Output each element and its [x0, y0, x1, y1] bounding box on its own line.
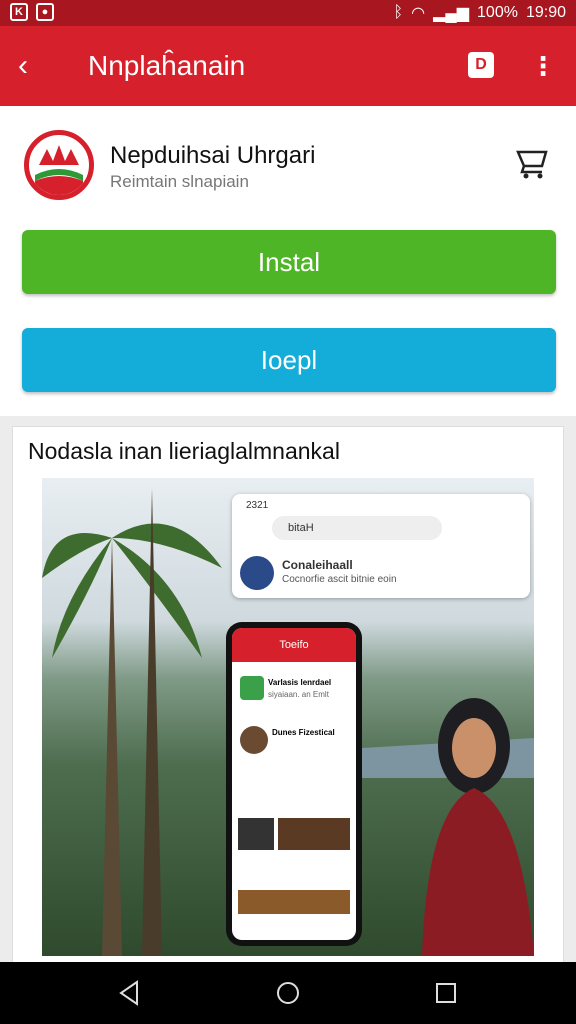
app-name: Nepduihsai Uhrgari: [110, 142, 316, 169]
mini-time: 2321: [246, 500, 269, 511]
phone-thumb: [238, 818, 274, 850]
wifi-icon: ◠: [411, 5, 426, 22]
system-nav-bar: [0, 962, 576, 1024]
phone-title: Toeifo: [232, 628, 356, 662]
battery-text: 100%: [477, 4, 518, 21]
mini-profile-name: Conaleihaall: [282, 558, 353, 572]
mini-avatar: [240, 556, 274, 590]
settings-notification-icon: ●: [36, 3, 54, 21]
phone-thumb: [278, 818, 350, 850]
notification-icon: K: [10, 3, 28, 21]
more-vert-icon[interactable]: ⋮: [530, 48, 556, 84]
install-button[interactable]: Instal: [22, 230, 556, 294]
open-button[interactable]: Ioepl: [22, 328, 556, 392]
mini-app-preview: 2321 bitaH Conaleihaall Cocnorfie ascit …: [232, 494, 530, 598]
phone-post-title: Varlasis lenrdael: [268, 678, 332, 687]
bluetooth-icon: ᛒ: [393, 4, 404, 21]
app-bar-title: Nnplaĥanain: [88, 50, 246, 81]
nav-back-icon[interactable]: [115, 978, 145, 1008]
phone-mockup: Toeifo Varlasis lenrdael siyaiaan. an Em…: [226, 622, 362, 946]
mini-profile-sub: Cocnorfie ascit bitnie eoin: [282, 574, 397, 585]
nav-home-icon[interactable]: [273, 978, 303, 1008]
cart-icon[interactable]: [514, 146, 550, 180]
nav-recents-icon[interactable]: [431, 978, 461, 1008]
phone-post-sub: siyaiaan. an Emlt: [268, 690, 329, 699]
crown-logo-icon: [24, 130, 94, 200]
mini-search: bitaH: [272, 516, 442, 540]
status-bar: K ● ᛒ ◠ ▂▄▆ 100% 19:90: [0, 0, 576, 26]
d-badge-icon[interactable]: D: [468, 52, 494, 78]
signal-icon: ▂▄▆: [433, 5, 470, 22]
screenshot-title: Nodasla inan lieriaglalmnankal: [28, 438, 340, 464]
back-icon[interactable]: ‹: [18, 46, 50, 86]
phone-item-avatar: [240, 726, 268, 754]
phone-item-title: Dunes Fizestical: [272, 728, 335, 737]
app-bar: ‹ Nnplaĥanain D ⋮: [0, 26, 576, 106]
phone-post-image: [240, 676, 264, 700]
phone-thumb-row: [238, 890, 350, 914]
app-subtitle: Reimtain slnapiain: [110, 172, 249, 191]
status-time: 19:90: [525, 4, 566, 21]
